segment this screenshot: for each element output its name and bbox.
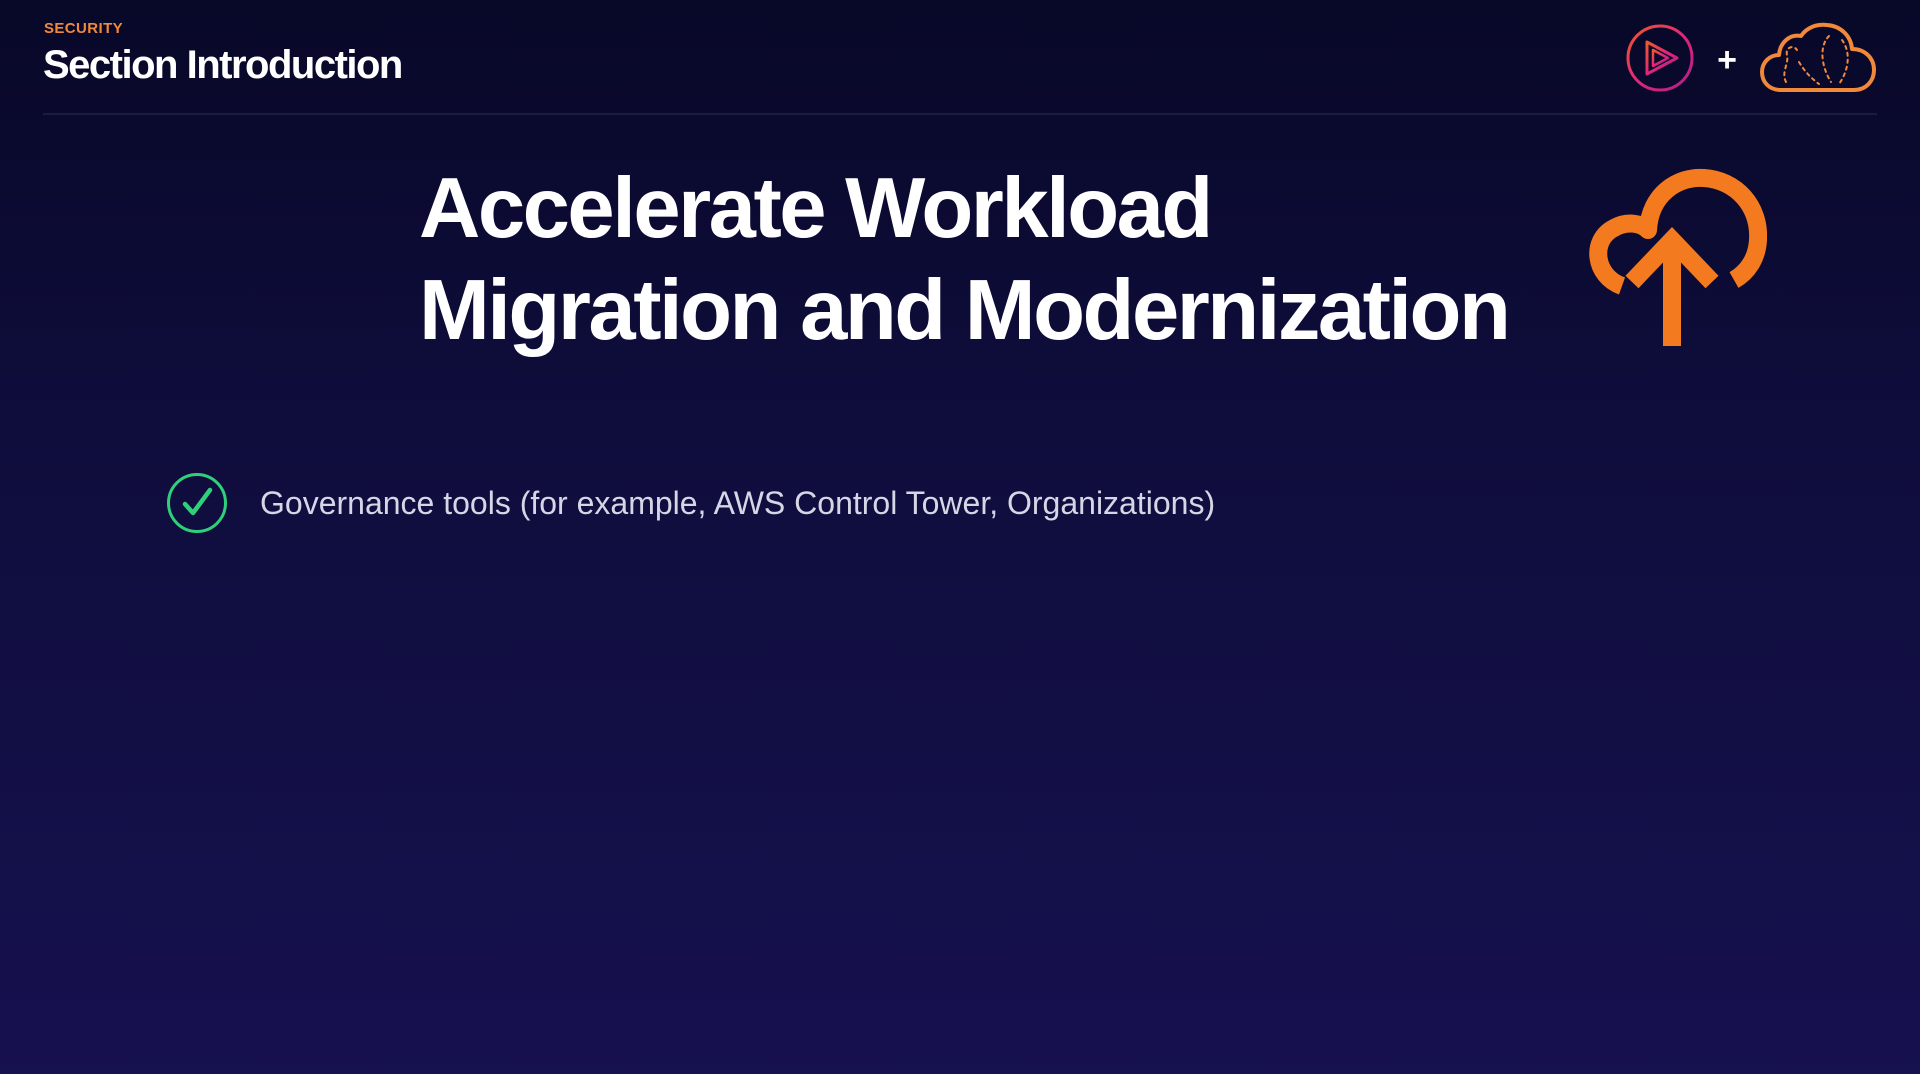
plus-sign: + bbox=[1717, 40, 1737, 79]
bullet-text: Governance tools (for example, AWS Contr… bbox=[260, 484, 1216, 521]
bullet-item: Governance tools (for example, AWS Contr… bbox=[166, 472, 1215, 534]
cloud-upload-icon bbox=[1582, 168, 1768, 353]
slide-title-line-1: Accelerate Workload bbox=[419, 161, 1213, 256]
section-header: SECURITY Section Introduction bbox=[43, 20, 403, 88]
section-eyebrow: SECURITY bbox=[44, 20, 124, 37]
page-title: Section Introduction bbox=[43, 43, 403, 87]
play-circle-logo-icon bbox=[1625, 23, 1695, 98]
slide-title-line-2: Migration and Modernization bbox=[419, 263, 1511, 358]
slide-title: Accelerate Workload Migration and Modern… bbox=[419, 158, 1511, 362]
header-divider bbox=[43, 113, 1877, 115]
check-circle-icon bbox=[166, 472, 228, 534]
cloud-logo-icon bbox=[1759, 22, 1877, 99]
brand-logos: + bbox=[1625, 22, 1877, 99]
